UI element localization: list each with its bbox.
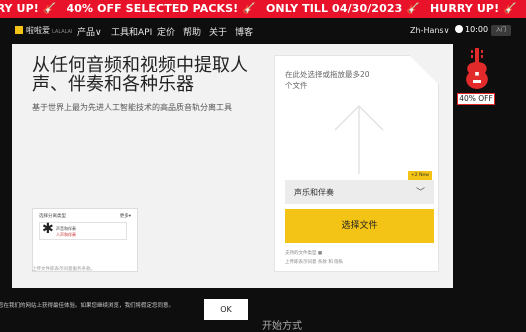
choose-file-button[interactable]: 选择文件 (285, 209, 434, 243)
folded-corner (409, 55, 439, 85)
logo-icon[interactable] (15, 26, 23, 34)
nav-item-tools-api[interactable]: 工具和API (111, 25, 152, 38)
thumb-caption: 上传文件即表示同意服务条款。 (32, 267, 95, 272)
promo-item: ONLY TILL 04/30/2023 🎸 (265, 2, 421, 15)
thumb-option-sub: 人声和伴奏 (56, 232, 76, 237)
top-navigation: 啦啦爱 LALALAI 产品∨ 工具和API 定价 帮助 关于 博客 Zh-Han… (0, 18, 526, 44)
promo-track: RRY UP! 🎸 40% OFF SELECTED PACKS! 🎸 ONLY… (0, 1, 523, 17)
stem-type-select[interactable]: 声乐和伴奏 ﹀ (285, 180, 434, 204)
page-title: 从任何音频和视频中提取人声、伴奏和各种乐器 (32, 55, 248, 95)
new-badge: +2 New (408, 171, 432, 180)
language-selector[interactable]: Zh-Hans∨ (410, 26, 449, 35)
drop-zone-text: 在此处选择或拖放最多20个文件 (285, 70, 370, 90)
promo-item: 40% OFF SELECTED PACKS! 🎸 (66, 2, 257, 15)
promo-item: RRY UP! 🎸 (0, 2, 57, 15)
brand-name[interactable]: 啦啦爱 LALALAI (26, 25, 72, 36)
login-button[interactable]: 入门 (491, 25, 511, 36)
nav-item-pricing[interactable]: 定价 (157, 25, 175, 38)
hero-card: 从任何音频和视频中提取人声、伴奏和各种乐器 基于世界上最为先进人工智能技术的高品… (12, 44, 453, 288)
thumb-more: 更多▾ (119, 214, 131, 219)
nav-item-help[interactable]: 帮助 (183, 25, 201, 38)
nav-item-blog[interactable]: 博客 (235, 25, 253, 38)
cookie-text: 您在我们的网站上获得最佳体验。如果您继续浏览，我们将假定您同意。 (0, 303, 175, 309)
supported-files-link[interactable]: 支持的文件类型 ■ (285, 250, 322, 256)
promo-item: HURRY UP! 🎸 (430, 2, 517, 15)
discount-badge[interactable]: 40% OFF (457, 93, 495, 105)
clock-icon (455, 25, 463, 33)
cookie-ok-button[interactable]: OK (204, 299, 248, 320)
guitar-icon[interactable] (462, 48, 492, 93)
thumb-option: ✱ 声音和伴奏 人声和伴奏 (39, 221, 127, 240)
preview-thumbnail[interactable]: 选择分离类型 更多▾ ✱ 声音和伴奏 人声和伴奏 (32, 208, 138, 272)
asterisk-icon: ✱ (42, 221, 54, 237)
upload-panel[interactable]: 在此处选择或拖放最多20个文件 +2 New 声乐和伴奏 ﹀ 选择文件 支持的文… (274, 55, 439, 272)
chevron-down-icon: ﹀ (415, 188, 425, 198)
nav-item-about[interactable]: 关于 (209, 25, 227, 38)
thumb-title: 选择分离类型 (39, 214, 66, 219)
bottom-heading: 开始方式 (262, 321, 302, 332)
credit-balance[interactable]: 10:00 (455, 25, 488, 34)
promo-banner[interactable]: RRY UP! 🎸 40% OFF SELECTED PACKS! 🎸 ONLY… (0, 0, 526, 18)
page-subtitle: 基于世界上最为先进人工智能技术的高品质音轨分离工具 (32, 103, 232, 112)
nav-item-products[interactable]: 产品∨ (77, 25, 102, 38)
stem-type-value: 声乐和伴奏 (294, 188, 334, 197)
terms-text: 上传即表示同意 条款 和 隐私 (285, 260, 344, 265)
upload-arrow-icon (334, 104, 384, 174)
